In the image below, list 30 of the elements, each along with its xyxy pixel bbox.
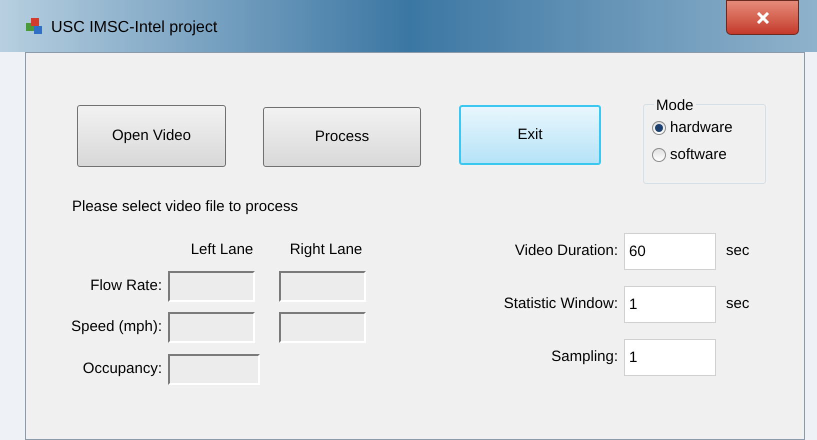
radio-option[interactable]: software	[652, 144, 765, 166]
input-field[interactable]: 1	[624, 338, 716, 376]
field-label: Flow Rate:	[89, 276, 163, 296]
push-button[interactable]: Exit	[459, 105, 601, 165]
readonly-field[interactable]	[168, 312, 255, 343]
readonly-field[interactable]	[168, 271, 255, 302]
status-text: Please select video file to process	[72, 197, 299, 217]
column-header: Left Lane	[190, 240, 254, 260]
window-title: USC IMSC-Intel project	[51, 18, 218, 38]
field-label: Occupancy:	[82, 359, 163, 380]
push-button[interactable]: Open Video	[77, 105, 226, 167]
field-label: Statistic Window:	[502, 294, 619, 314]
radio-option[interactable]: hardware	[652, 117, 765, 140]
close-button[interactable]	[726, 0, 799, 35]
input-field[interactable]: 60	[624, 232, 716, 270]
readonly-field[interactable]	[168, 354, 260, 385]
push-button[interactable]: Process	[263, 107, 421, 167]
unit-label: sec	[726, 240, 750, 261]
app-icon	[25, 17, 43, 35]
close-icon	[756, 12, 770, 24]
field-label: Sampling:	[550, 346, 619, 367]
column-header: Right Lane	[288, 240, 364, 260]
input-field[interactable]: 1	[624, 286, 716, 322]
field-label: Speed (mph):	[70, 317, 163, 338]
unit-label: sec	[726, 294, 750, 314]
readonly-field[interactable]	[279, 271, 366, 302]
radio-button[interactable]	[652, 148, 666, 162]
radio-button[interactable]	[652, 121, 666, 136]
readonly-field[interactable]	[279, 312, 366, 343]
field-label: Video Duration:	[514, 240, 619, 261]
